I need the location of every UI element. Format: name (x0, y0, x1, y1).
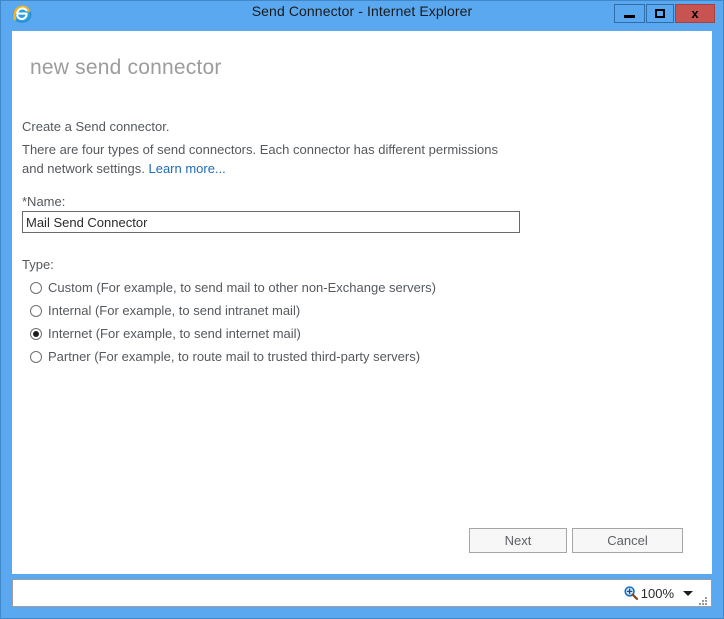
magnifier-plus-icon (623, 585, 639, 601)
type-group-label: Type: (22, 257, 54, 272)
intro-text-primary: Create a Send connector. (22, 119, 170, 134)
cancel-button[interactable]: Cancel (572, 528, 683, 553)
page-title: new send connector (30, 56, 222, 79)
type-radio-group: Custom (For example, to send mail to oth… (30, 276, 500, 368)
browser-window: Send Connector - Internet Explorer x new… (0, 0, 724, 619)
radio-option-label: Custom (For example, to send mail to oth… (48, 280, 437, 295)
radio-option-internet[interactable]: Internet (For example, to send internet … (30, 322, 500, 345)
name-field-label: *Name: (22, 194, 66, 209)
document-area: new send connector Create a Send connect… (12, 31, 712, 574)
title-bar: Send Connector - Internet Explorer x (1, 1, 723, 25)
intro-text-body: There are four types of send connectors.… (22, 142, 498, 176)
chevron-down-icon[interactable] (683, 590, 693, 596)
radio-option-custom[interactable]: Custom (For example, to send mail to oth… (30, 276, 500, 299)
status-bar: 100% (12, 579, 712, 607)
radio-option-partner[interactable]: Partner (For example, to route mail to t… (30, 345, 500, 368)
minimize-icon (624, 14, 635, 18)
zoom-control[interactable]: 100% (623, 584, 703, 602)
name-input[interactable] (22, 211, 520, 233)
radio-option-label: Internal (For example, to send intranet … (48, 303, 301, 318)
radio-icon (30, 304, 42, 317)
internet-explorer-icon (12, 4, 32, 24)
radio-option-internal[interactable]: Internal (For example, to send intranet … (30, 299, 500, 322)
close-icon: x (691, 6, 699, 21)
next-button[interactable]: Next (469, 528, 567, 553)
radio-icon (30, 350, 42, 363)
radio-icon (30, 281, 42, 294)
radio-option-label: Internet (For example, to send internet … (48, 326, 301, 341)
learn-more-link[interactable]: Learn more... (148, 161, 225, 176)
close-button[interactable]: x (675, 4, 715, 23)
intro-text-secondary: There are four types of send connectors.… (22, 140, 502, 178)
radio-selected-icon (30, 327, 42, 340)
minimize-button[interactable] (614, 4, 645, 23)
radio-option-label: Partner (For example, to route mail to t… (48, 349, 421, 364)
maximize-button[interactable] (646, 4, 674, 23)
maximize-icon (655, 9, 665, 18)
zoom-level-text: 100% (640, 585, 674, 601)
resize-grip-icon[interactable] (697, 593, 708, 605)
